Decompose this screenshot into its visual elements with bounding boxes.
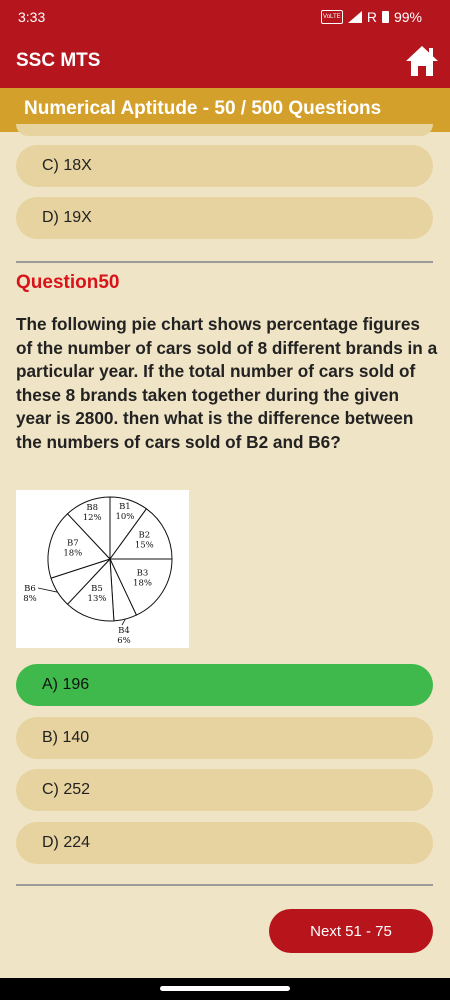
option-c[interactable]: C) 252 xyxy=(16,769,433,811)
battery-level: 99% xyxy=(393,9,422,25)
previous-option-c[interactable]: C) 18X xyxy=(16,145,433,187)
option-d[interactable]: D) 224 xyxy=(16,822,433,864)
pie-value-b1: 10% xyxy=(115,512,134,522)
pie-value-b8: 12% xyxy=(83,513,102,523)
pie-label-b3: B3 xyxy=(137,569,149,579)
pie-slices xyxy=(47,496,173,622)
pie-label-b2: B2 xyxy=(138,531,150,541)
previous-option-d[interactable]: D) 19X xyxy=(16,197,433,239)
pie-leader-b6 xyxy=(37,587,58,593)
pie-label-b8: B8 xyxy=(86,503,98,513)
pie-label-b6: B6 xyxy=(24,584,36,594)
divider xyxy=(16,261,433,263)
pie-value-b5: 13% xyxy=(88,594,107,604)
pie-value-b3: 18% xyxy=(133,579,152,589)
battery-icon xyxy=(381,11,389,23)
pie-value-b2: 15% xyxy=(135,541,154,551)
status-time: 3:33 xyxy=(18,9,46,25)
pie-label-b5: B5 xyxy=(91,584,103,594)
home-icon[interactable] xyxy=(404,44,440,78)
next-button[interactable]: Next 51 - 75 xyxy=(269,909,433,953)
status-icons: VoLTE R 99% xyxy=(320,9,422,25)
pie-chart-image: B110%B215%B318%B46%B513%B68%B718%B812% xyxy=(16,490,189,648)
option-b[interactable]: B) 140 xyxy=(16,717,433,759)
app-title: SSC MTS xyxy=(16,50,101,71)
pie-value-b6: 8% xyxy=(23,594,37,604)
pie-label-b4: B4 xyxy=(118,626,130,636)
divider-bottom xyxy=(16,884,433,886)
volte-icon: VoLTE xyxy=(320,10,343,24)
navigation-bar xyxy=(0,978,450,1000)
question-number: Question50 xyxy=(16,272,120,293)
previous-option-partial xyxy=(16,124,433,136)
signal-icon xyxy=(347,11,362,23)
pie-label-b1: B1 xyxy=(119,502,131,512)
option-a[interactable]: A) 196 xyxy=(16,664,433,706)
pie-value-b4: 6% xyxy=(117,636,131,646)
pie-value-b7: 18% xyxy=(63,548,82,558)
home-gesture-handle[interactable] xyxy=(160,986,290,991)
question-text: The following pie chart shows percentage… xyxy=(16,314,438,452)
status-bar: 3:33 VoLTE R 99% xyxy=(0,0,450,34)
section-title: Numerical Aptitude - 50 / 500 Questions xyxy=(24,98,382,119)
pie-label-b7: B7 xyxy=(67,538,79,548)
app-bar: SSC MTS xyxy=(0,34,450,88)
signal-label: R xyxy=(366,9,377,25)
